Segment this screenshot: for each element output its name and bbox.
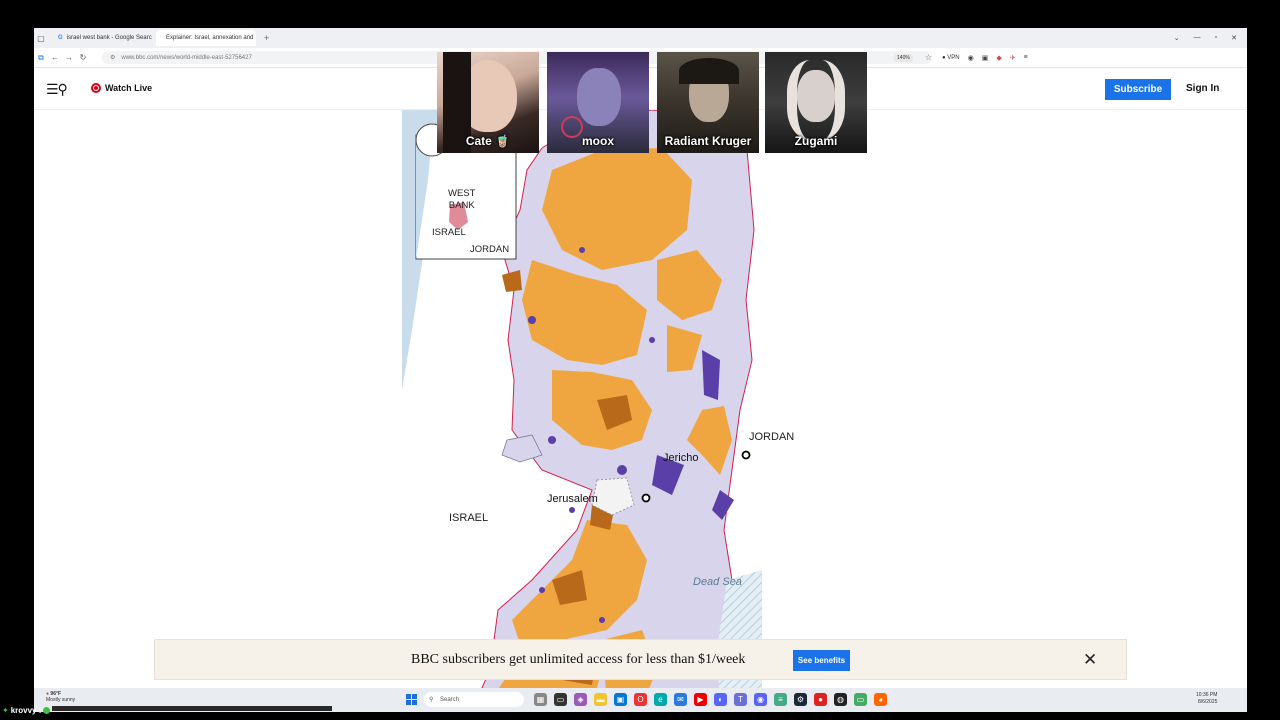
chat-icon[interactable]: ◉ bbox=[754, 693, 767, 706]
opera-icon[interactable]: O bbox=[634, 693, 647, 706]
window-controls: ⌄ — ▫ ✕ bbox=[1174, 34, 1247, 42]
clock-time: 10:36 PM bbox=[1196, 692, 1218, 698]
firefox-icon[interactable]: ◕ bbox=[874, 693, 887, 706]
sidebar-icon[interactable]: ⧉ bbox=[34, 53, 48, 63]
stream-progress-bar bbox=[52, 706, 332, 711]
subscribe-button[interactable]: Subscribe bbox=[1105, 79, 1171, 100]
webcam-name: Radiant Kruger bbox=[664, 134, 752, 148]
west-bank-map: WEST BANK ISRAEL JORDAN JORDAN ISRAEL Je… bbox=[402, 110, 808, 710]
url-text: www.bbc.com/news/world-middle-east-52756… bbox=[121, 54, 252, 61]
taskbar-apps: ▦ ▭ ◈ ▬ ▣ O e ✉ ▶ ◐ T ◉ ≡ ⚙ ● ◍ ▭ ◕ bbox=[534, 693, 887, 706]
live-icon bbox=[91, 83, 101, 93]
webcam-name: Cate 🧋 bbox=[465, 134, 511, 148]
weather-widget[interactable]: ● 96°F Mostly sunny bbox=[46, 691, 75, 703]
site-info-icon[interactable]: ⚙ bbox=[110, 54, 115, 61]
extension-icon[interactable]: ✈ bbox=[1010, 54, 1016, 62]
new-tab-button[interactable]: + bbox=[264, 33, 269, 43]
account-icon[interactable]: ◉ bbox=[968, 54, 974, 62]
shield-icon[interactable]: ◆ bbox=[996, 54, 1001, 62]
stream-username: krovvy : bbox=[10, 706, 42, 715]
tab-bbc-explainer[interactable]: Explainer: Israel, annexation and ✕ bbox=[156, 30, 256, 46]
tab-title: israel west bank - Google Searc bbox=[66, 35, 152, 41]
restore-icon[interactable]: ▫ bbox=[1215, 34, 1217, 42]
israel-label: ISRAEL bbox=[449, 512, 489, 524]
close-window-icon[interactable]: ✕ bbox=[1231, 34, 1237, 42]
mail-icon[interactable]: ✉ bbox=[674, 693, 687, 706]
back-icon[interactable]: ← bbox=[48, 53, 62, 62]
star-icon: ✦ bbox=[2, 706, 9, 715]
store-icon[interactable]: ▣ bbox=[614, 693, 627, 706]
webcam-name: Zugami bbox=[794, 134, 838, 148]
inset-jordan-label: JORDAN bbox=[470, 244, 510, 255]
taskbar-search[interactable]: ⚲ Search bbox=[424, 692, 524, 707]
file-explorer-icon[interactable]: ▬ bbox=[594, 693, 607, 706]
inset-israel-label: ISRAEL bbox=[432, 227, 466, 238]
tab-actions-icon[interactable]: ▢ bbox=[34, 34, 48, 43]
webcam-moox: moox bbox=[547, 52, 649, 153]
record-icon[interactable]: ● bbox=[814, 693, 827, 706]
webcam-hair bbox=[679, 58, 739, 84]
tab-google-search[interactable]: G israel west bank - Google Searc ✕ bbox=[52, 30, 152, 46]
teams-icon[interactable]: T bbox=[734, 693, 747, 706]
zoom-level[interactable]: 140% bbox=[894, 53, 913, 62]
dead-sea-label: Dead Sea bbox=[693, 576, 742, 588]
weather-text: Mostly sunny bbox=[46, 697, 76, 703]
wallet-icon[interactable]: ▣ bbox=[982, 54, 989, 62]
discord-icon[interactable]: ◐ bbox=[714, 693, 727, 706]
clock-date: 8/6/2025 bbox=[1197, 699, 1218, 705]
jericho-label: Jericho bbox=[663, 452, 699, 464]
screen: ▢ G israel west bank - Google Searc ✕ Ex… bbox=[34, 28, 1247, 712]
webcam-cate: Cate 🧋 bbox=[437, 52, 539, 153]
webcam-name: moox bbox=[581, 134, 614, 148]
bookmark-star-icon[interactable]: ☆ bbox=[925, 53, 932, 62]
menu-search-icon[interactable]: ☰⚲ bbox=[46, 81, 68, 98]
sign-in-button[interactable]: Sign In bbox=[1186, 83, 1219, 94]
widgets-icon[interactable]: ▦ bbox=[534, 693, 547, 706]
search-placeholder: Search bbox=[440, 696, 460, 703]
chevron-down-icon[interactable]: ⌄ bbox=[1174, 34, 1180, 42]
search-icon: ⚲ bbox=[429, 697, 434, 703]
screen-icon[interactable]: ▭ bbox=[854, 693, 867, 706]
youtube-icon[interactable]: ▶ bbox=[694, 693, 707, 706]
watch-live-label: Watch Live bbox=[105, 83, 153, 93]
jerusalem-marker bbox=[641, 493, 651, 503]
copilot-icon[interactable]: ◈ bbox=[574, 693, 587, 706]
webcam-zugami: Zugami bbox=[765, 52, 867, 153]
browser-toolbar-right: ● VPN ◉ ▣ ◆ ✈ ≡ bbox=[942, 54, 1028, 62]
obs-icon[interactable]: ◍ bbox=[834, 693, 847, 706]
windows-start-icon[interactable] bbox=[406, 694, 417, 705]
notes-icon[interactable]: ≡ bbox=[774, 693, 787, 706]
webcam-face bbox=[577, 68, 621, 126]
jordan-label: JORDAN bbox=[749, 431, 795, 443]
edge-icon[interactable]: e bbox=[654, 693, 667, 706]
reload-icon[interactable]: ↻ bbox=[76, 53, 90, 62]
jerusalem-label: Jerusalem bbox=[547, 493, 598, 505]
close-banner-button[interactable]: ✕ bbox=[1083, 650, 1097, 670]
see-benefits-button[interactable]: See benefits bbox=[793, 650, 850, 671]
task-view-icon[interactable]: ▭ bbox=[554, 693, 567, 706]
subscription-banner: BBC subscribers get unlimited access for… bbox=[154, 639, 1127, 680]
google-icon: G bbox=[58, 35, 63, 41]
menu-icon[interactable]: ≡ bbox=[1024, 54, 1028, 61]
vpn-label: VPN bbox=[947, 54, 960, 61]
webcam-hair bbox=[787, 60, 845, 140]
subscription-text: BBC subscribers get unlimited access for… bbox=[411, 652, 746, 667]
status-dot-icon bbox=[43, 707, 51, 714]
browser-tab-bar: ▢ G israel west bank - Google Searc ✕ Ex… bbox=[34, 28, 1247, 48]
jericho-marker bbox=[741, 450, 751, 460]
watch-live-link[interactable]: Watch Live bbox=[91, 83, 152, 93]
tab-title: Explainer: Israel, annexation and bbox=[166, 35, 254, 41]
vpn-button[interactable]: ● VPN bbox=[942, 55, 960, 61]
webcam-radiant-kruger: Radiant Kruger bbox=[657, 52, 759, 153]
minimize-icon[interactable]: — bbox=[1194, 34, 1201, 42]
stream-chat-user: ✦ krovvy : bbox=[2, 706, 51, 715]
steam-icon[interactable]: ⚙ bbox=[794, 693, 807, 706]
forward-icon[interactable]: → bbox=[62, 53, 76, 62]
inset-west-bank-label: WEST BANK bbox=[448, 188, 476, 211]
taskbar-clock[interactable]: 10:36 PM 8/6/2025 bbox=[1196, 692, 1217, 706]
